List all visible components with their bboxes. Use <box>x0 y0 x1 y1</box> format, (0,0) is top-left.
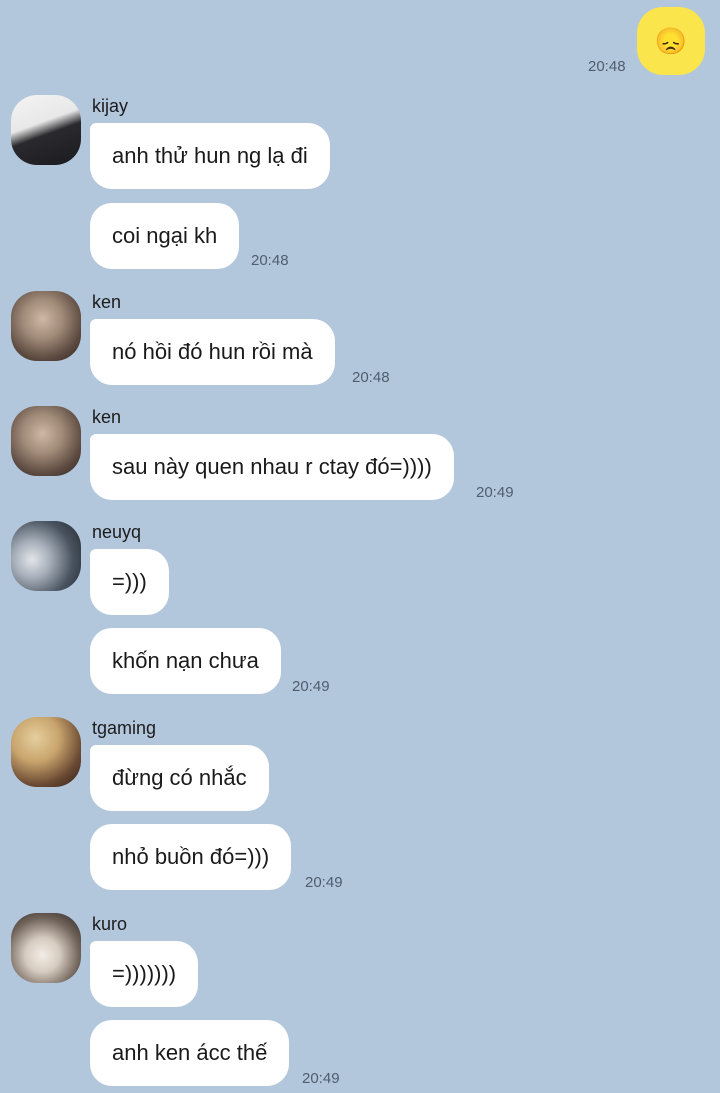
message-bubble[interactable]: anh ken ácc thế <box>90 1020 290 1086</box>
message-time: 20:49 <box>476 484 514 501</box>
sender-name[interactable]: tgaming <box>92 718 156 739</box>
message-bubble[interactable]: khốn nạn chưa <box>90 628 281 694</box>
message-time: 20:48 <box>251 252 289 269</box>
message-time: 20:49 <box>302 1070 340 1087</box>
avatar-tgaming[interactable] <box>11 717 81 787</box>
sender-name[interactable]: ken <box>92 407 121 428</box>
avatar-ken[interactable] <box>11 291 81 361</box>
sender-name[interactable]: kijay <box>92 96 128 117</box>
message-bubble[interactable]: =))) <box>90 549 169 615</box>
avatar-kijay[interactable] <box>11 95 81 165</box>
message-time: 20:49 <box>292 678 330 695</box>
sender-name[interactable]: kuro <box>92 914 127 935</box>
message-time: 20:49 <box>305 874 343 891</box>
sender-name[interactable]: ken <box>92 292 121 313</box>
sender-name[interactable]: neuyq <box>92 522 141 543</box>
message-bubble[interactable]: =))))))) <box>90 941 199 1007</box>
avatar-neuyq[interactable] <box>11 521 81 591</box>
message-bubble[interactable]: nó hồi đó hun rồi mà <box>90 319 335 385</box>
message-time: 20:48 <box>352 369 390 386</box>
outgoing-emoji-bubble[interactable]: 😞 <box>637 7 705 75</box>
disappointed-face-icon: 😞 <box>654 25 688 56</box>
message-bubble[interactable]: đừng có nhắc <box>90 745 269 811</box>
avatar-kuro[interactable] <box>11 913 81 983</box>
message-bubble[interactable]: coi ngại kh <box>90 203 240 269</box>
message-bubble[interactable]: anh thử hun ng lạ đi <box>90 123 330 189</box>
message-bubble[interactable]: sau này quen nhau r ctay đó=)))) <box>90 434 454 500</box>
message-bubble[interactable]: nhỏ buồn đó=))) <box>90 824 292 890</box>
message-time: 20:48 <box>588 58 626 75</box>
avatar-ken[interactable] <box>11 406 81 476</box>
